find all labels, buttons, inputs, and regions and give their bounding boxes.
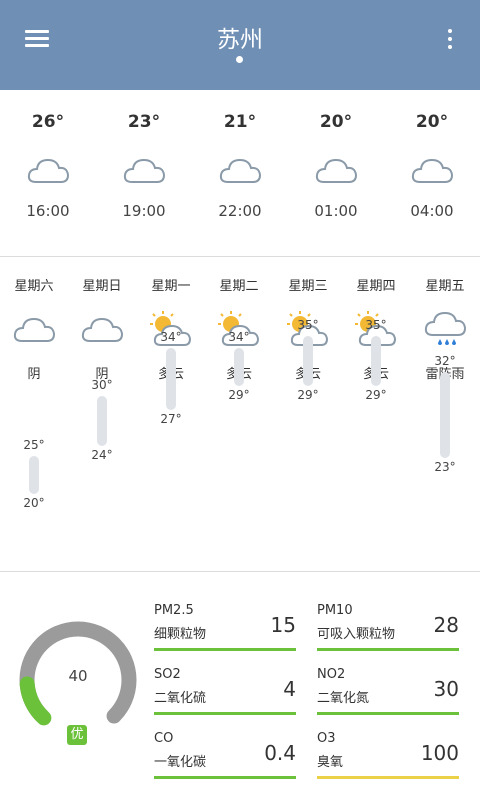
pollutant-label: 二氧化硫 [154, 691, 207, 706]
day-name: 星期二 [219, 279, 259, 294]
page-indicator-dot [236, 56, 243, 63]
pollutant-value: 4 [283, 677, 296, 701]
hourly-temp: 26° [31, 112, 65, 132]
temperature-range-bar [234, 348, 244, 386]
pollutant-pm25: PM2.5 细颗粒物 15 [154, 603, 296, 651]
cloud-icon [12, 311, 56, 349]
pollutant-label: 细颗粒物 [154, 627, 207, 642]
pollutant-code: CO [154, 731, 174, 746]
pollutant-value: 30 [433, 677, 459, 701]
hourly-time: 22:00 [218, 202, 262, 220]
pollutant-label: 可吸入颗粒物 [317, 627, 396, 642]
pollutant-code: NO2 [317, 667, 346, 682]
temperature-range-bar [166, 348, 176, 410]
low-temp-label: 23° [434, 460, 456, 474]
pollutant-code: PM2.5 [154, 603, 194, 618]
hourly-time: 16:00 [26, 202, 70, 220]
day-name: 星期四 [356, 279, 396, 294]
hourly-time: 04:00 [410, 202, 454, 220]
hourly-item: 20° 01:00 [288, 110, 384, 220]
pollutant-level-line [317, 648, 459, 651]
low-temp-label: 29° [228, 388, 250, 402]
pollutant-o3: O3 臭氧 100 [317, 731, 459, 779]
daily-item: 星期六 阴 [0, 275, 68, 382]
hourly-item: 23° 19:00 [96, 110, 192, 220]
aqi-level-badge: 优 [67, 725, 87, 745]
cloud-icon [410, 152, 454, 184]
pollutant-level-line [154, 712, 296, 715]
pollutant-value: 15 [270, 613, 296, 637]
thunderstorm-icon [423, 311, 467, 349]
pollutant-code: O3 [317, 731, 336, 746]
low-temp-label: 20° [23, 496, 45, 510]
city-title: 苏州 [217, 27, 263, 53]
high-temp-label: 32° [434, 354, 456, 368]
cloud-icon [122, 152, 166, 184]
section-divider [0, 256, 480, 257]
cloud-icon [80, 311, 124, 349]
hourly-item: 20° 04:00 [384, 110, 480, 220]
section-divider [0, 571, 480, 572]
hourly-temp: 23° [127, 112, 161, 132]
pollutant-no2: NO2 二氧化氮 30 [317, 667, 459, 715]
pollutant-level-line [154, 776, 296, 779]
temperature-range-bar [97, 396, 107, 446]
cloud-icon [26, 152, 70, 184]
hourly-temp: 21° [223, 112, 257, 132]
high-temp-label: 34° [228, 330, 250, 344]
hourly-temp: 20° [415, 112, 449, 132]
day-name: 星期日 [82, 279, 122, 294]
daily-item: 星期日 阴 [68, 275, 136, 382]
cloud-icon [314, 152, 358, 184]
high-temp-label: 25° [23, 438, 45, 452]
pollutant-label: 二氧化氮 [317, 691, 370, 706]
app-bar: 苏州 [0, 0, 480, 90]
high-temp-label: 34° [160, 330, 182, 344]
pollutant-code: SO2 [154, 667, 181, 682]
temperature-range-bar [303, 336, 313, 386]
pollutant-label: 一氧化碳 [154, 755, 207, 770]
hourly-time: 01:00 [314, 202, 358, 220]
more-options-icon[interactable] [440, 26, 460, 52]
low-temp-label: 27° [160, 412, 182, 426]
hourly-item: 26° 16:00 [0, 110, 96, 220]
temperature-range-bar [371, 336, 381, 386]
high-temp-label: 35° [297, 318, 319, 332]
hourly-time: 19:00 [122, 202, 166, 220]
pollutant-code: PM10 [317, 603, 353, 618]
aqi-gauge-fill [19, 676, 52, 726]
hourly-temp: 20° [319, 112, 353, 132]
day-name: 星期三 [288, 279, 328, 294]
aqi-value: 40 [68, 667, 88, 685]
day-name: 星期五 [425, 279, 465, 294]
day-name: 星期一 [151, 279, 191, 294]
day-condition: 阴 [27, 367, 41, 382]
pollutant-co: CO 一氧化碳 0.4 [154, 731, 296, 779]
pollutant-value: 100 [420, 741, 459, 765]
hourly-forecast: 26° 16:00 23° 19:00 21° 22:00 20° 01:00 … [0, 110, 480, 240]
low-temp-label: 29° [365, 388, 387, 402]
pollutant-value: 28 [433, 613, 459, 637]
pollutant-value: 0.4 [264, 741, 296, 765]
pollutant-label: 臭氧 [317, 755, 344, 770]
pollutant-so2: SO2 二氧化硫 4 [154, 667, 296, 715]
low-temp-label: 24° [91, 448, 113, 462]
pollutant-pm10: PM10 可吸入颗粒物 28 [317, 603, 459, 651]
pollutant-level-line [154, 648, 296, 651]
pollutant-level-line [317, 712, 459, 715]
day-name: 星期六 [14, 279, 54, 294]
high-temp-label: 35° [365, 318, 387, 332]
hourly-item: 21° 22:00 [192, 110, 288, 220]
low-temp-label: 29° [297, 388, 319, 402]
temperature-range-bar [440, 372, 450, 458]
cloud-icon [218, 152, 262, 184]
temperature-range-bar [29, 456, 39, 494]
high-temp-label: 30° [91, 378, 113, 392]
pollutant-level-line [317, 776, 459, 779]
